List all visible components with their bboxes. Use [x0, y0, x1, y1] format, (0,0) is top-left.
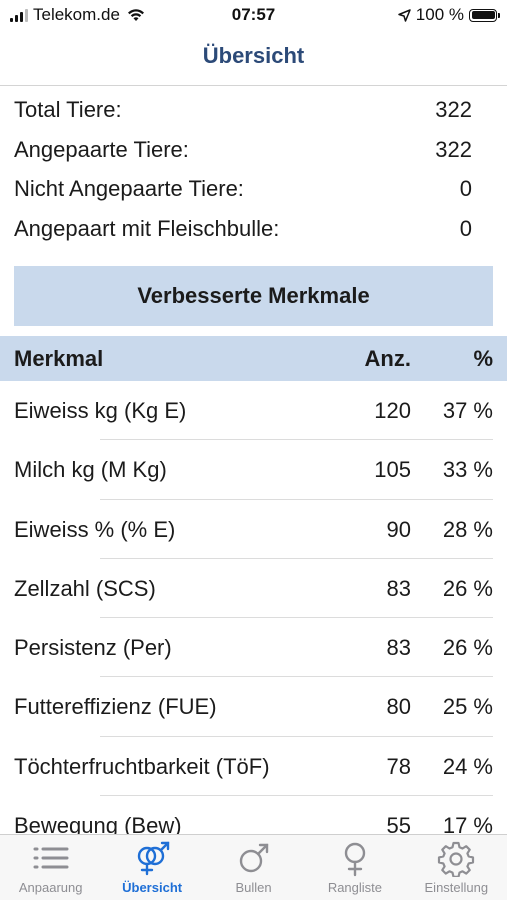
cell-percent: 28 % — [442, 516, 493, 542]
status-bar: Telekom.de 07:57 100 % — [0, 0, 507, 30]
cell-percent: 26 % — [442, 575, 493, 601]
cell-anzahl: 90 — [386, 516, 411, 542]
table-row[interactable]: Persistenz (Per) 83 26 % — [0, 618, 507, 678]
tab-label: Rangliste — [327, 880, 383, 895]
summary-label: Angepaarte Tiere: — [14, 136, 189, 162]
tab-anpaarung[interactable]: Anpaarung — [0, 835, 101, 900]
summary-row-angepaart: Angepaarte Tiere: 322 — [14, 132, 482, 172]
table-row[interactable]: Zellzahl (SCS) 83 26 % — [0, 559, 507, 619]
cell-merkmal: Futtereffizienz (FUE) — [14, 694, 217, 720]
tab-label: Bullen — [235, 880, 272, 895]
battery-icon — [469, 8, 500, 22]
cell-merkmal: Töchterfruchtbarkeit (TöF) — [14, 753, 270, 779]
summary-value: 322 — [435, 136, 472, 162]
summary-row-total: Total Tiere: 322 — [14, 92, 482, 132]
table-row[interactable]: Töchterfruchtbarkeit (TöF) 78 24 % — [0, 737, 507, 797]
column-header-percent[interactable]: % — [473, 336, 493, 381]
tab-uebersicht[interactable]: Übersicht — [101, 835, 202, 900]
column-header-merkmal[interactable]: Merkmal — [14, 336, 103, 381]
cell-percent: 17 % — [442, 813, 493, 834]
summary-label: Angepaart mit Fleischbulle: — [14, 215, 280, 241]
cell-anzahl: 105 — [374, 457, 411, 483]
summary-value: 0 — [459, 176, 472, 201]
female-icon — [344, 842, 366, 877]
gear-icon — [438, 841, 475, 877]
status-right: 100 % — [398, 5, 500, 25]
tab-bar: Anpaarung Übersicht Bullen Rangliste Ein… — [0, 834, 507, 900]
tab-bullen[interactable]: Bullen — [203, 835, 304, 900]
cell-anzahl: 83 — [386, 575, 411, 601]
tab-label: Einstellung — [424, 880, 489, 895]
cell-anzahl: 55 — [386, 813, 411, 834]
tab-einstellung[interactable]: Einstellung — [406, 835, 507, 900]
cell-anzahl: 83 — [386, 635, 411, 661]
summary-label: Total Tiere: — [14, 97, 122, 122]
tab-label: Übersicht — [122, 880, 183, 895]
navigation-bar: Übersicht — [0, 30, 507, 86]
male-icon — [239, 843, 268, 873]
cell-merkmal: Eiweiss kg (Kg E) — [14, 398, 187, 423]
battery-percent: 100 % — [415, 5, 464, 24]
table-row[interactable]: Eiweiss kg (Kg E) 120 37 % — [0, 381, 507, 441]
cell-percent: 24 % — [442, 753, 493, 779]
cell-anzahl: 120 — [374, 398, 411, 423]
cell-merkmal: Eiweiss % (% E) — [14, 516, 176, 542]
couple-gender-icon — [137, 841, 170, 876]
table-row[interactable]: Bewegung (Bew) 55 17 % — [0, 796, 507, 834]
location-arrow-icon — [398, 8, 411, 22]
table-header: Merkmal Anz. % — [0, 336, 507, 381]
summary-value: 0 — [459, 215, 472, 241]
summary-value: 322 — [435, 97, 472, 122]
cell-merkmal: Zellzahl (SCS) — [14, 575, 156, 601]
cell-merkmal: Persistenz (Per) — [14, 635, 172, 661]
cell-anzahl: 78 — [386, 753, 411, 779]
cell-merkmal: Milch kg (M Kg) — [14, 457, 167, 483]
cell-percent: 37 % — [442, 398, 493, 423]
table-row[interactable]: Milch kg (M Kg) 105 33 % — [0, 440, 507, 500]
verbesserte-merkmale-button[interactable]: Verbesserte Merkmale — [14, 266, 493, 326]
tab-label: Anpaarung — [18, 880, 83, 895]
table-row[interactable]: Eiweiss % (% E) 90 28 % — [0, 500, 507, 559]
merkmal-table[interactable]: Eiweiss kg (Kg E) 120 37 % Milch kg (M K… — [0, 381, 507, 834]
column-header-anzahl[interactable]: Anz. — [365, 336, 411, 381]
summary-row-nicht-angepaart: Nicht Angepaarte Tiere: 0 — [14, 171, 482, 211]
tab-rangliste[interactable]: Rangliste — [304, 835, 405, 900]
table-row[interactable]: Futtereffizienz (FUE) 80 25 % — [0, 677, 507, 737]
cell-percent: 25 % — [442, 694, 493, 720]
cell-percent: 26 % — [442, 635, 493, 661]
summary-row-fleischbulle: Angepaart mit Fleischbulle: 0 — [14, 211, 482, 251]
list-icon — [33, 847, 69, 869]
page-title: Übersicht — [202, 43, 305, 68]
summary-section: Total Tiere: 322 Angepaarte Tiere: 322 N… — [14, 92, 482, 250]
cell-merkmal: Bewegung (Bew) — [14, 813, 182, 834]
cell-percent: 33 % — [442, 457, 493, 483]
summary-label: Nicht Angepaarte Tiere: — [14, 176, 244, 201]
cell-anzahl: 80 — [386, 694, 411, 720]
